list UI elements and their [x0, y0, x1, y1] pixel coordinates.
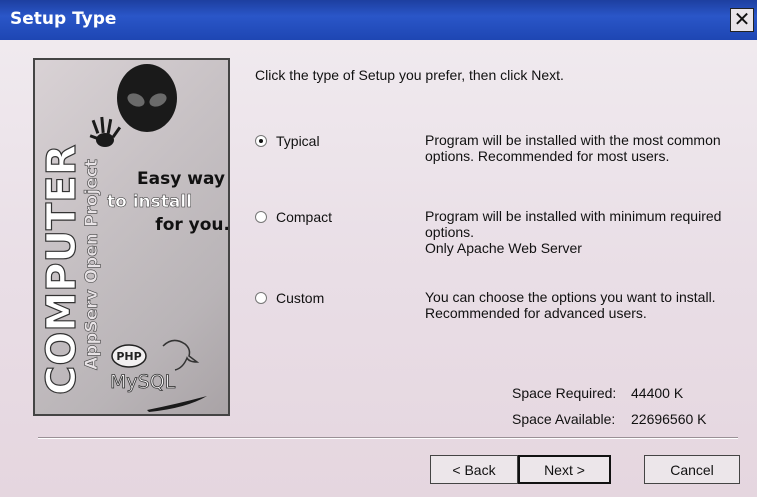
radio-button[interactable] [255, 211, 267, 223]
typical-description: Program will be installed with the most … [425, 132, 745, 164]
compact-desc-line: Program will be installed with minimum r… [425, 208, 722, 224]
radio-button-checked[interactable] [255, 135, 267, 147]
custom-description: You can choose the options you want to i… [425, 289, 745, 321]
setup-banner-image: COMPUTER AppServ Open Project Easy way t… [33, 58, 230, 416]
space-available-label: Space Available: [512, 411, 616, 427]
cancel-button[interactable]: Cancel [644, 455, 740, 484]
compact-desc-line: Only Apache Web Server [425, 240, 582, 256]
title-bar: Setup Type ✕ [0, 0, 757, 40]
custom-desc-line: You can choose the options you want to i… [425, 289, 716, 305]
space-required-label: Space Required: [512, 385, 617, 401]
brand-vertical-text: COMPUTER [39, 145, 85, 395]
compact-description: Program will be installed with minimum r… [425, 208, 745, 256]
back-button[interactable]: < Back [430, 455, 518, 484]
mysql-logo-text: MySQL [110, 371, 176, 393]
typical-desc-line: Program will be installed with the most … [425, 132, 721, 148]
radio-typical[interactable]: Typical [255, 133, 320, 149]
close-icon: ✕ [733, 9, 751, 31]
next-button[interactable]: Next > [518, 455, 611, 484]
close-button[interactable]: ✕ [730, 8, 754, 32]
custom-desc-line: Recommended for advanced users. [425, 305, 647, 321]
space-available-value: 22696560 K [631, 411, 707, 427]
space-required-value: 44400 K [631, 385, 684, 401]
mysql-dolphin-icon [162, 339, 200, 371]
product-vertical-text: AppServ Open Project [82, 159, 102, 370]
window-title: Setup Type [10, 9, 117, 29]
radio-custom-label[interactable]: Custom [276, 290, 324, 306]
feather-icon [147, 396, 207, 412]
tagline-to-install: to install [107, 192, 192, 212]
banner-artwork: COMPUTER AppServ Open Project Easy way t… [38, 64, 230, 412]
hand-icon [89, 116, 122, 147]
instruction-text: Click the type of Setup you prefer, then… [255, 67, 564, 83]
tagline-easy-way: Easy way [137, 169, 225, 189]
php-logo-icon: PHP [111, 344, 147, 368]
radio-button[interactable] [255, 292, 267, 304]
typical-desc-line: options. Recommended for most users. [425, 148, 670, 164]
php-logo-text: PHP [116, 350, 141, 363]
tagline-for-you: for you. [155, 215, 230, 235]
setup-dialog: Setup Type ✕ COMPUTER AppServ Open Proje… [0, 0, 757, 497]
radio-custom[interactable]: Custom [255, 290, 324, 306]
alien-head-icon [117, 64, 177, 132]
separator-line [38, 437, 738, 439]
radio-typical-label[interactable]: Typical [276, 133, 320, 149]
compact-desc-line: options. [425, 224, 475, 240]
radio-compact[interactable]: Compact [255, 209, 332, 225]
radio-compact-label[interactable]: Compact [276, 209, 332, 225]
